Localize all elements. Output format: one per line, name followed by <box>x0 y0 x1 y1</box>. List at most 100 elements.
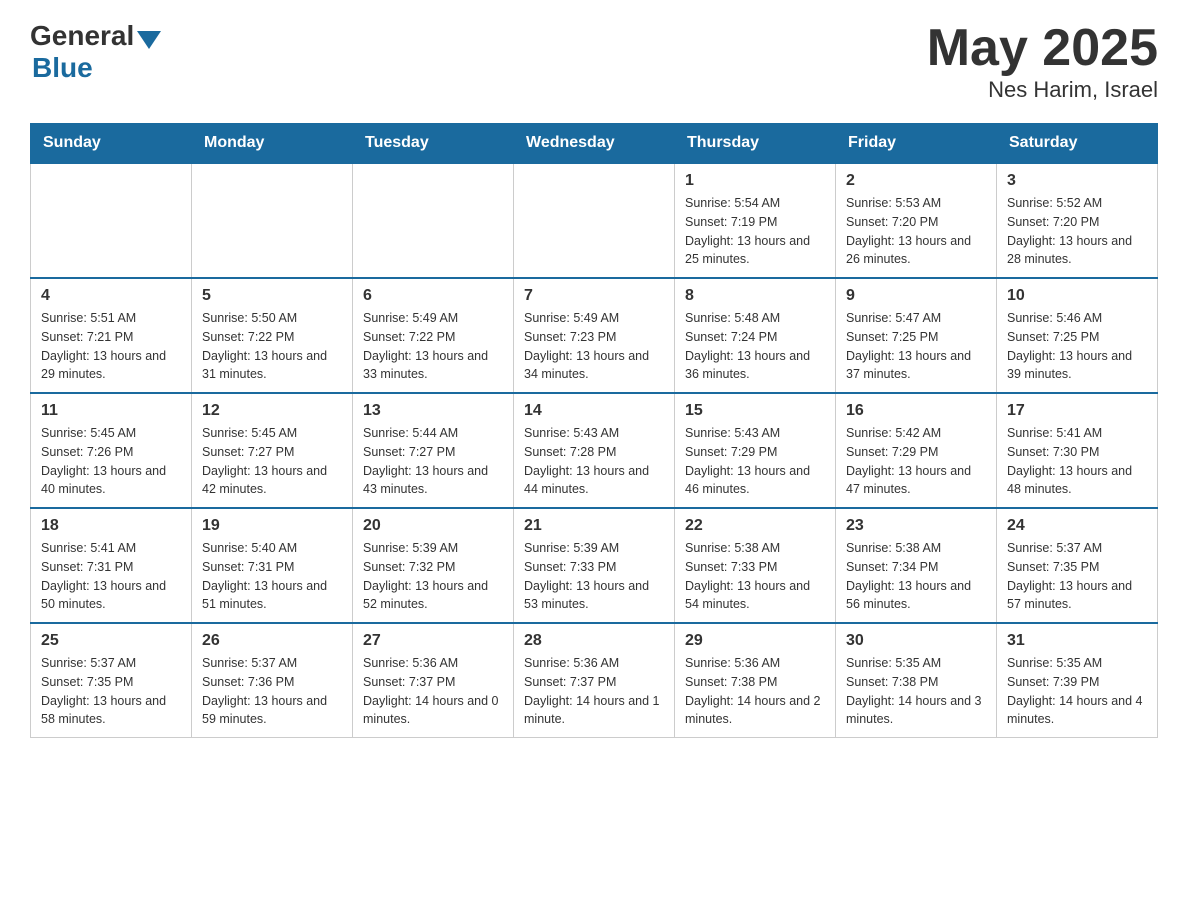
calendar-day-cell: 20 Sunrise: 5:39 AMSunset: 7:32 PMDayligh… <box>353 508 514 623</box>
day-number: 31 <box>1007 632 1147 650</box>
calendar-day-header: Monday <box>192 124 353 164</box>
day-number: 24 <box>1007 517 1147 535</box>
day-number: 25 <box>41 632 181 650</box>
day-info: Sunrise: 5:50 AMSunset: 7:22 PMDaylight:… <box>202 309 342 384</box>
calendar-day-cell <box>353 163 514 278</box>
calendar-day-cell: 2 Sunrise: 5:53 AMSunset: 7:20 PMDaylight… <box>836 163 997 278</box>
calendar-header-row: SundayMondayTuesdayWednesdayThursdayFrid… <box>31 124 1158 164</box>
calendar-day-cell: 21Sunrise: 5:39 AMSunset: 7:33 PMDayligh… <box>514 508 675 623</box>
day-number: 30 <box>846 632 986 650</box>
calendar-week-row: 4 Sunrise: 5:51 AMSunset: 7:21 PMDaylight… <box>31 278 1158 393</box>
day-number: 23 <box>846 517 986 535</box>
day-info: Sunrise: 5:48 AMSunset: 7:24 PMDaylight:… <box>685 309 825 384</box>
calendar-day-cell: 7Sunrise: 5:49 AMSunset: 7:23 PMDaylight… <box>514 278 675 393</box>
day-number: 10 <box>1007 287 1147 305</box>
logo-arrow-icon <box>137 31 161 49</box>
day-info: Sunrise: 5:47 AMSunset: 7:25 PMDaylight:… <box>846 309 986 384</box>
day-number: 1 <box>685 172 825 190</box>
day-info: Sunrise: 5:35 AMSunset: 7:38 PMDaylight:… <box>846 654 986 729</box>
calendar-day-cell: 8 Sunrise: 5:48 AMSunset: 7:24 PMDaylight… <box>675 278 836 393</box>
calendar-day-header: Saturday <box>997 124 1158 164</box>
calendar-week-row: 18Sunrise: 5:41 AMSunset: 7:31 PMDayligh… <box>31 508 1158 623</box>
day-number: 22 <box>685 517 825 535</box>
day-number: 5 <box>202 287 342 305</box>
calendar-week-row: 1Sunrise: 5:54 AMSunset: 7:19 PMDaylight… <box>31 163 1158 278</box>
calendar-week-row: 25 Sunrise: 5:37 AMSunset: 7:35 PMDayligh… <box>31 623 1158 738</box>
day-info: Sunrise: 5:45 AMSunset: 7:27 PMDaylight:… <box>202 424 342 499</box>
day-number: 12 <box>202 402 342 420</box>
day-number: 29 <box>685 632 825 650</box>
day-info: Sunrise: 5:41 AMSunset: 7:30 PMDaylight:… <box>1007 424 1147 499</box>
day-number: 14 <box>524 402 664 420</box>
calendar-day-cell: 25 Sunrise: 5:37 AMSunset: 7:35 PMDayligh… <box>31 623 192 738</box>
day-info: Sunrise: 5:37 AMSunset: 7:35 PMDaylight:… <box>1007 539 1147 614</box>
calendar-day-cell: 28 Sunrise: 5:36 AMSunset: 7:37 PMDayligh… <box>514 623 675 738</box>
day-number: 8 <box>685 287 825 305</box>
day-number: 17 <box>1007 402 1147 420</box>
calendar-day-cell: 1Sunrise: 5:54 AMSunset: 7:19 PMDaylight… <box>675 163 836 278</box>
calendar-day-header: Wednesday <box>514 124 675 164</box>
logo-blue-text: Blue <box>32 52 93 84</box>
day-info: Sunrise: 5:46 AMSunset: 7:25 PMDaylight:… <box>1007 309 1147 384</box>
day-number: 2 <box>846 172 986 190</box>
day-info: Sunrise: 5:35 AMSunset: 7:39 PMDaylight:… <box>1007 654 1147 729</box>
calendar-day-cell: 14 Sunrise: 5:43 AMSunset: 7:28 PMDayligh… <box>514 393 675 508</box>
calendar-table: SundayMondayTuesdayWednesdayThursdayFrid… <box>30 123 1158 738</box>
page-header: General Blue May 2025 Nes Harim, Israel <box>30 20 1158 103</box>
calendar-day-cell: 10 Sunrise: 5:46 AMSunset: 7:25 PMDayligh… <box>997 278 1158 393</box>
day-info: Sunrise: 5:52 AMSunset: 7:20 PMDaylight:… <box>1007 194 1147 269</box>
day-info: Sunrise: 5:44 AMSunset: 7:27 PMDaylight:… <box>363 424 503 499</box>
calendar-day-cell: 19Sunrise: 5:40 AMSunset: 7:31 PMDayligh… <box>192 508 353 623</box>
calendar-day-cell: 4 Sunrise: 5:51 AMSunset: 7:21 PMDaylight… <box>31 278 192 393</box>
day-number: 20 <box>363 517 503 535</box>
day-number: 3 <box>1007 172 1147 190</box>
calendar-week-row: 11Sunrise: 5:45 AMSunset: 7:26 PMDayligh… <box>31 393 1158 508</box>
day-info: Sunrise: 5:38 AMSunset: 7:33 PMDaylight:… <box>685 539 825 614</box>
day-info: Sunrise: 5:37 AMSunset: 7:35 PMDaylight:… <box>41 654 181 729</box>
calendar-day-header: Sunday <box>31 124 192 164</box>
calendar-day-cell: 26Sunrise: 5:37 AMSunset: 7:36 PMDayligh… <box>192 623 353 738</box>
calendar-day-cell: 31 Sunrise: 5:35 AMSunset: 7:39 PMDayligh… <box>997 623 1158 738</box>
day-info: Sunrise: 5:36 AMSunset: 7:37 PMDaylight:… <box>363 654 503 729</box>
day-info: Sunrise: 5:36 AMSunset: 7:38 PMDaylight:… <box>685 654 825 729</box>
day-number: 21 <box>524 517 664 535</box>
day-info: Sunrise: 5:43 AMSunset: 7:29 PMDaylight:… <box>685 424 825 499</box>
calendar-day-cell: 24 Sunrise: 5:37 AMSunset: 7:35 PMDayligh… <box>997 508 1158 623</box>
day-number: 15 <box>685 402 825 420</box>
calendar-day-cell: 12 Sunrise: 5:45 AMSunset: 7:27 PMDayligh… <box>192 393 353 508</box>
calendar-day-header: Tuesday <box>353 124 514 164</box>
day-info: Sunrise: 5:43 AMSunset: 7:28 PMDaylight:… <box>524 424 664 499</box>
calendar-subtitle: Nes Harim, Israel <box>927 77 1158 103</box>
day-info: Sunrise: 5:49 AMSunset: 7:22 PMDaylight:… <box>363 309 503 384</box>
calendar-day-cell <box>192 163 353 278</box>
calendar-day-cell: 17 Sunrise: 5:41 AMSunset: 7:30 PMDayligh… <box>997 393 1158 508</box>
calendar-day-header: Friday <box>836 124 997 164</box>
day-number: 13 <box>363 402 503 420</box>
calendar-day-cell: 5 Sunrise: 5:50 AMSunset: 7:22 PMDaylight… <box>192 278 353 393</box>
day-number: 9 <box>846 287 986 305</box>
calendar-day-cell: 3 Sunrise: 5:52 AMSunset: 7:20 PMDaylight… <box>997 163 1158 278</box>
calendar-day-cell: 11Sunrise: 5:45 AMSunset: 7:26 PMDayligh… <box>31 393 192 508</box>
calendar-day-header: Thursday <box>675 124 836 164</box>
day-number: 19 <box>202 517 342 535</box>
title-section: May 2025 Nes Harim, Israel <box>927 20 1158 103</box>
day-number: 7 <box>524 287 664 305</box>
calendar-day-cell: 30 Sunrise: 5:35 AMSunset: 7:38 PMDayligh… <box>836 623 997 738</box>
day-number: 28 <box>524 632 664 650</box>
calendar-day-cell <box>514 163 675 278</box>
day-info: Sunrise: 5:36 AMSunset: 7:37 PMDaylight:… <box>524 654 664 729</box>
day-number: 11 <box>41 402 181 420</box>
calendar-day-cell: 15 Sunrise: 5:43 AMSunset: 7:29 PMDayligh… <box>675 393 836 508</box>
day-number: 6 <box>363 287 503 305</box>
calendar-day-cell: 18Sunrise: 5:41 AMSunset: 7:31 PMDayligh… <box>31 508 192 623</box>
logo: General Blue <box>30 20 161 84</box>
calendar-day-cell: 29 Sunrise: 5:36 AMSunset: 7:38 PMDayligh… <box>675 623 836 738</box>
calendar-day-cell: 23Sunrise: 5:38 AMSunset: 7:34 PMDayligh… <box>836 508 997 623</box>
calendar-title: May 2025 <box>927 20 1158 77</box>
day-info: Sunrise: 5:51 AMSunset: 7:21 PMDaylight:… <box>41 309 181 384</box>
calendar-day-cell: 16Sunrise: 5:42 AMSunset: 7:29 PMDayligh… <box>836 393 997 508</box>
day-info: Sunrise: 5:41 AMSunset: 7:31 PMDaylight:… <box>41 539 181 614</box>
day-number: 4 <box>41 287 181 305</box>
day-info: Sunrise: 5:39 AMSunset: 7:32 PMDaylight:… <box>363 539 503 614</box>
day-info: Sunrise: 5:53 AMSunset: 7:20 PMDaylight:… <box>846 194 986 269</box>
